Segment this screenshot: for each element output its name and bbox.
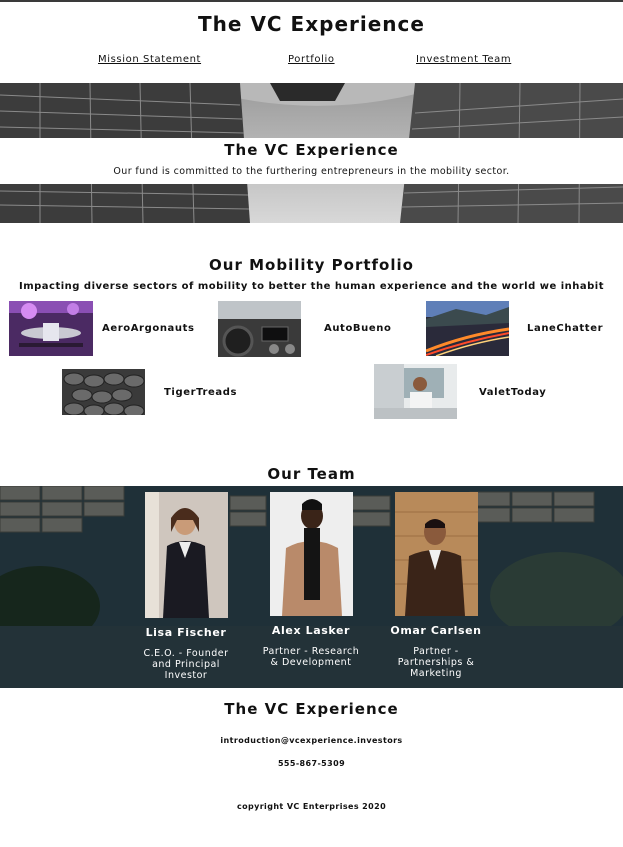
portfolio-subtitle: Impacting diverse sectors of mobility to…: [18, 281, 605, 292]
lanechatter-image[interactable]: [426, 301, 509, 356]
hero-subtitle: Our fund is committed to the furthering …: [113, 166, 510, 177]
member-name-lisa-fischer: Lisa Fischer: [145, 626, 227, 639]
team-title: Our Team: [267, 465, 356, 483]
member-role-alex-lasker: Partner - Research & Development: [262, 646, 360, 668]
member-name-omar-carlsen: Omar Carlsen: [390, 624, 482, 637]
company-autobueno[interactable]: AutoBueno: [324, 323, 391, 334]
team-section: Lisa Fischer C.E.O. - Founder and Princi…: [0, 486, 623, 688]
aeroargonauts-image[interactable]: [9, 301, 93, 356]
footer-email-link[interactable]: introduction@vcexperience.investors: [0, 736, 623, 745]
autobueno-image[interactable]: [218, 301, 301, 357]
top-border: [0, 0, 623, 2]
omar-carlsen-photo: [395, 492, 478, 616]
site-title: The VC Experience: [198, 12, 425, 36]
company-valettoday[interactable]: ValetToday: [479, 387, 546, 398]
nav-link-investment-team[interactable]: Investment Team: [416, 54, 511, 65]
footer-phone: 555-867-5309: [277, 759, 346, 768]
tigertreads-image[interactable]: [62, 369, 145, 415]
company-aeroargonauts[interactable]: AeroArgonauts: [102, 323, 195, 334]
nav-link-portfolio[interactable]: Portfolio: [288, 54, 335, 65]
nav-link-mission-statement[interactable]: Mission Statement: [98, 54, 201, 65]
hero-section: The VC Experience Our fund is committed …: [0, 83, 623, 223]
company-lanechatter[interactable]: LaneChatter: [527, 323, 603, 334]
footer-title: The VC Experience: [224, 700, 399, 718]
hero-title: The VC Experience: [224, 141, 399, 159]
alex-lasker-photo: [270, 492, 353, 616]
lisa-fischer-photo: [145, 492, 228, 618]
valettoday-image[interactable]: [374, 364, 457, 419]
member-name-alex-lasker: Alex Lasker: [271, 624, 351, 637]
main-nav: Mission Statement Portfolio Investment T…: [0, 54, 623, 68]
company-tigertreads[interactable]: TigerTreads: [164, 387, 237, 398]
member-role-omar-carlsen: Partner - Partnerships & Marketing: [397, 646, 475, 679]
member-role-lisa-fischer: C.E.O. - Founder and Principal Investor: [143, 648, 229, 681]
footer-copyright: copyright VC Enterprises 2020: [236, 802, 387, 811]
portfolio-title: Our Mobility Portfolio: [209, 256, 414, 274]
